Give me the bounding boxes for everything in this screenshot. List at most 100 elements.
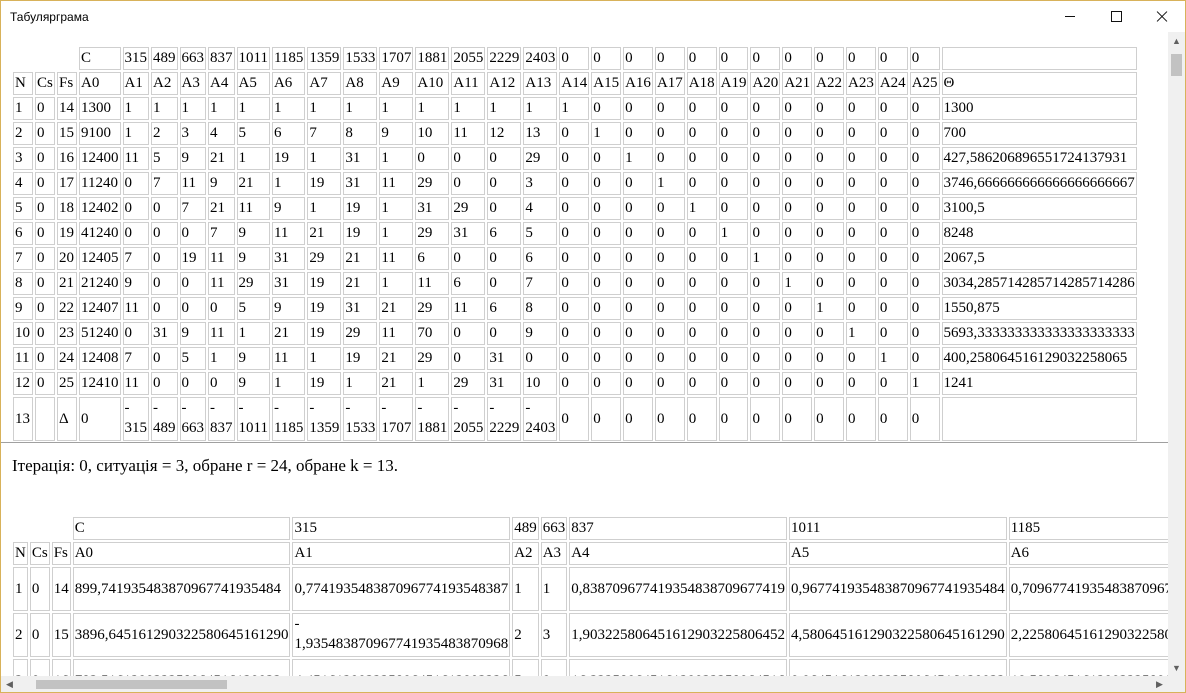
table-cell: 0	[718, 172, 749, 195]
table-cell: 11	[415, 272, 450, 295]
table-cell: 12408	[79, 347, 121, 370]
table-cell	[941, 47, 1137, 70]
table-cell: 15	[57, 122, 77, 145]
table-cell: 14	[57, 97, 77, 120]
table-cell: 0	[909, 197, 940, 220]
table-cell: 16,32258064516129032258064516	[569, 659, 787, 676]
horizontal-scrollbar[interactable]: ◀ ▶	[1, 676, 1168, 692]
table-cell: 0	[559, 172, 590, 195]
table-cell: 0	[782, 122, 813, 145]
table-cell: 10	[523, 372, 558, 395]
table-cell: 2055	[451, 47, 486, 70]
table-cell: 1	[559, 97, 590, 120]
table-cell: 1	[13, 567, 28, 611]
table-cell: A1	[292, 542, 511, 565]
table-cell: 9	[540, 659, 568, 676]
table-cell: -1011	[236, 397, 270, 441]
table-row: N Cs Fs A0 A1 A2 A3 A4 A5 A6 A7 A8 A9 A10 A11 A12 A13 A14…	[13, 72, 1137, 95]
table-cell: 13	[13, 397, 33, 441]
table-cell: 14	[51, 567, 71, 611]
table-cell: 0	[623, 372, 653, 395]
table-cell: 0	[559, 322, 590, 345]
table-cell: 3	[179, 122, 206, 145]
table-cell: 11	[208, 272, 235, 295]
table-cell: 21	[379, 372, 414, 395]
scroll-right-icon[interactable]: ▶	[1151, 676, 1168, 692]
title-bar[interactable]: Табулярграма	[1, 1, 1185, 32]
table-cell: 0	[654, 322, 685, 345]
table-cell: 5693,333333333333333333333	[941, 322, 1137, 345]
table-cell: 0	[686, 397, 717, 441]
table-cell: 0	[750, 222, 781, 245]
vertical-scroll-thumb[interactable]	[1171, 54, 1182, 76]
table-cell: 1	[208, 347, 235, 370]
table-cell: 2403	[523, 47, 558, 70]
table-row: 7 0 20 12405 7 0 19 11 9 31 29 21 11 6 0 0 6 0 0 0 0 0 0 1 0 0 0 0 0…	[13, 247, 1137, 270]
table-cell: 0	[782, 222, 813, 245]
horizontal-scroll-thumb[interactable]	[36, 680, 227, 689]
table-row: 13 Δ 0-315-489-663-837-1011-1185-1359-1533…	[13, 397, 1137, 441]
table-cell: 0	[718, 347, 749, 370]
table-row: 3 0 16 12400 11 5 9 21 1 19 1 31 1 0 0 0 29 0 0 1 0 0 0 0 0 0 0 0 0 4…	[13, 147, 1137, 170]
table-cell: 2	[151, 122, 178, 145]
table-cell: 21	[343, 272, 378, 295]
table-cell: 3	[540, 613, 568, 657]
table-row: 10 0 23 51240 0 31 9 11 1 21 19 29 11 70 0 0 9 0 0 0 0 0 0 0 0 0 1…	[13, 322, 1137, 345]
table-cell: 9	[179, 322, 206, 345]
table-cell: 12405	[79, 247, 121, 270]
table-cell: 0	[718, 272, 749, 295]
table-cell: 12402	[79, 197, 121, 220]
table-cell: 0	[750, 97, 781, 120]
scroll-down-icon[interactable]: ▼	[1168, 659, 1185, 676]
table-cell: 1533	[343, 47, 378, 70]
maximize-button[interactable]	[1093, 1, 1139, 32]
minimize-button[interactable]	[1047, 1, 1093, 32]
table-cell	[13, 517, 28, 540]
table-cell: 0	[686, 172, 717, 195]
table-cell	[52, 517, 71, 540]
table-cell: 25	[57, 372, 77, 395]
table-cell: 29	[415, 347, 450, 370]
table-cell: 51240	[79, 322, 121, 345]
vertical-scrollbar[interactable]: ▲ ▼	[1168, 32, 1185, 676]
table-cell: 0	[487, 247, 522, 270]
table-cell: 1359	[307, 47, 342, 70]
table-cell: 0	[750, 347, 781, 370]
table-cell: 0	[179, 222, 206, 245]
table-cell: 0	[35, 172, 55, 195]
table-cell: 31	[343, 147, 378, 170]
table-cell: 0	[846, 272, 876, 295]
table-cell: 1185	[271, 47, 306, 70]
table-cell: 10	[415, 122, 450, 145]
table-cell: 0	[29, 567, 50, 611]
table-cell: 10	[13, 322, 33, 345]
table-cell: 1	[122, 97, 149, 120]
table-cell: 8	[343, 122, 378, 145]
table-cell: A6	[1008, 542, 1168, 565]
table-cell: 12400	[79, 147, 121, 170]
table-cell: 0	[846, 47, 876, 70]
table-cell: 0	[877, 372, 908, 395]
table-cell: 7	[523, 272, 558, 295]
table-cell: 0	[782, 297, 813, 320]
table-cell: 19	[343, 347, 378, 370]
table-cell: 0	[814, 97, 844, 120]
table-cell: 0	[591, 322, 622, 345]
table-cell: 9	[271, 297, 306, 320]
table-cell: 0	[686, 47, 717, 70]
table-cell: 0	[35, 272, 55, 295]
table-cell: 12	[13, 372, 33, 395]
table-cell: 19	[343, 197, 378, 220]
table-cell: 29	[523, 147, 558, 170]
table-cell: 0	[523, 347, 558, 370]
table-cell: 1	[236, 322, 270, 345]
table-cell: 0	[686, 147, 717, 170]
close-button[interactable]	[1139, 1, 1185, 32]
scroll-left-icon[interactable]: ◀	[1, 676, 18, 692]
table-cell: 315	[292, 517, 511, 540]
table-cell: 1	[623, 147, 653, 170]
table-cell: 1707	[379, 47, 414, 70]
table-cell: 22	[57, 297, 77, 320]
table-cell: 0	[814, 222, 844, 245]
scroll-up-icon[interactable]: ▲	[1168, 32, 1185, 49]
